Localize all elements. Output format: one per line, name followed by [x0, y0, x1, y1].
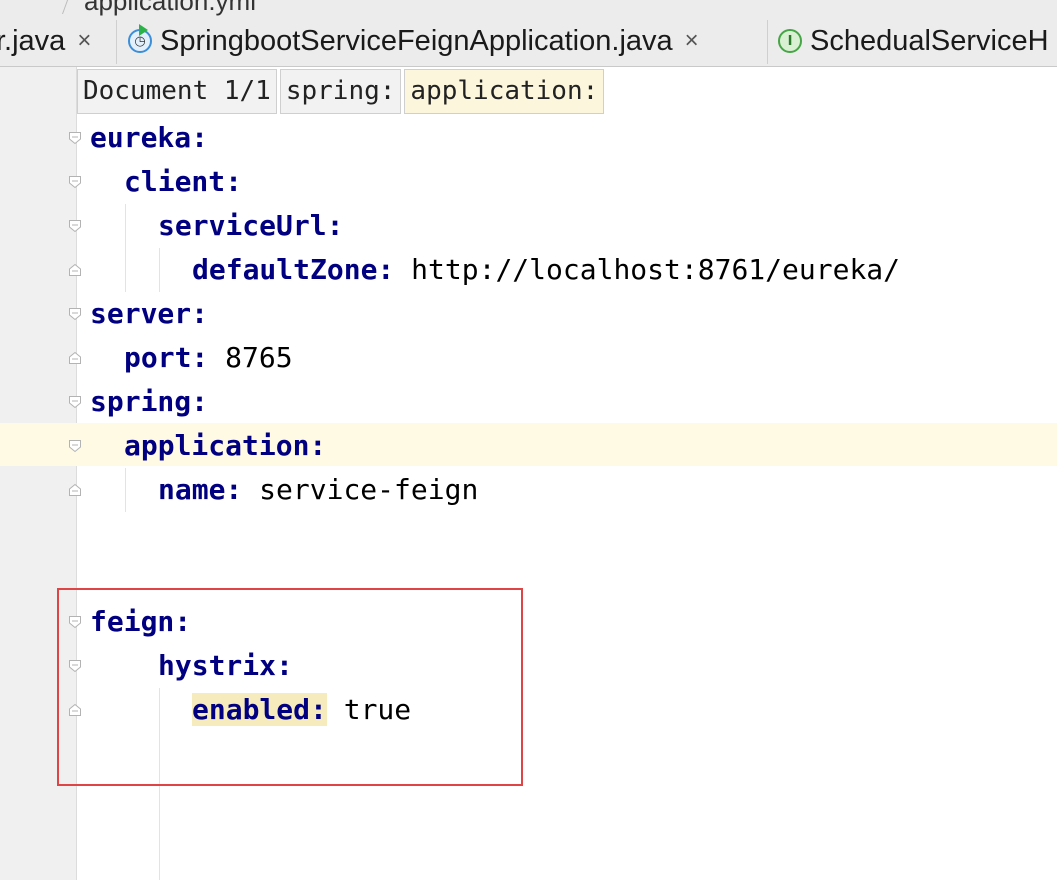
- yaml-path-spring[interactable]: spring:: [279, 69, 402, 114]
- fold-expand-icon[interactable]: [68, 175, 82, 189]
- close-icon[interactable]: ×: [77, 27, 91, 55]
- yaml-key: eureka:: [90, 121, 209, 154]
- tab-label: SchedualServiceH: [810, 24, 1049, 57]
- fold-expand-icon[interactable]: [68, 439, 82, 453]
- fold-expand-icon[interactable]: [68, 659, 82, 673]
- fold-end-icon[interactable]: [68, 483, 82, 497]
- fold-expand-icon[interactable]: [68, 219, 82, 233]
- code-line[interactable]: serviceUrl:: [158, 204, 343, 248]
- yaml-key: defaultZone:: [192, 253, 395, 286]
- tab-label: r.java: [0, 24, 66, 57]
- interface-icon: I: [778, 29, 802, 53]
- yaml-value: service-feign: [259, 473, 479, 506]
- code-line[interactable]: eureka:: [90, 116, 208, 160]
- close-icon[interactable]: ×: [685, 27, 699, 55]
- fold-end-icon[interactable]: [68, 703, 82, 717]
- tab-divider: [116, 20, 117, 64]
- yaml-path-application[interactable]: application:: [404, 69, 605, 114]
- yaml-key: application:: [124, 429, 327, 462]
- fold-expand-icon[interactable]: [68, 131, 82, 145]
- breadcrumb-file[interactable]: application.yml: [84, 0, 256, 16]
- yaml-key: client:: [124, 165, 243, 198]
- code-line[interactable]: port: 8765: [124, 336, 293, 380]
- spring-boot-run-class-icon: ◷: [128, 24, 152, 53]
- code-line[interactable]: application:: [124, 424, 326, 468]
- indent-guide: [159, 248, 160, 292]
- fold-expand-icon[interactable]: [68, 615, 82, 629]
- fold-expand-icon[interactable]: [68, 307, 82, 321]
- code-line[interactable]: name: service-feign: [158, 468, 478, 512]
- breadcrumb-separator: [61, 0, 72, 14]
- fold-expand-icon[interactable]: [68, 395, 82, 409]
- yaml-value: http://localhost:8761/eureka/: [411, 253, 901, 286]
- tab-divider: [767, 20, 768, 64]
- yaml-key: server:: [90, 297, 209, 330]
- tab-r-java[interactable]: r.java ×: [0, 16, 91, 66]
- yaml-key: name:: [158, 473, 243, 506]
- editor-tab-bar: r.java × ◷ SpringbootServiceFeignApplica…: [0, 16, 1057, 67]
- yaml-breadcrumb: Document 1/1 spring: application:: [77, 69, 605, 114]
- code-line[interactable]: client:: [124, 160, 242, 204]
- yaml-path-document[interactable]: Document 1/1: [77, 69, 277, 114]
- tab-schedual-service[interactable]: I SchedualServiceH: [778, 16, 1049, 66]
- fold-end-icon[interactable]: [68, 351, 82, 365]
- code-line[interactable]: server:: [90, 292, 208, 336]
- fold-end-icon[interactable]: [68, 263, 82, 277]
- yaml-value: 8765: [225, 341, 293, 374]
- yaml-key: serviceUrl:: [158, 209, 344, 242]
- code-line[interactable]: spring:: [90, 380, 208, 424]
- code-line[interactable]: defaultZone: http://localhost:8761/eurek…: [192, 248, 900, 292]
- indent-guide: [125, 204, 126, 292]
- tab-label: SpringbootServiceFeignApplication.java: [160, 24, 673, 57]
- indent-guide: [125, 468, 126, 512]
- yaml-key: port:: [124, 341, 209, 374]
- navigation-breadcrumb-strip: application.yml: [0, 0, 1057, 17]
- annotation-box: [57, 588, 523, 786]
- tab-springboot-service-feign-application[interactable]: ◷ SpringbootServiceFeignApplication.java…: [128, 16, 699, 66]
- yaml-key: spring:: [90, 385, 209, 418]
